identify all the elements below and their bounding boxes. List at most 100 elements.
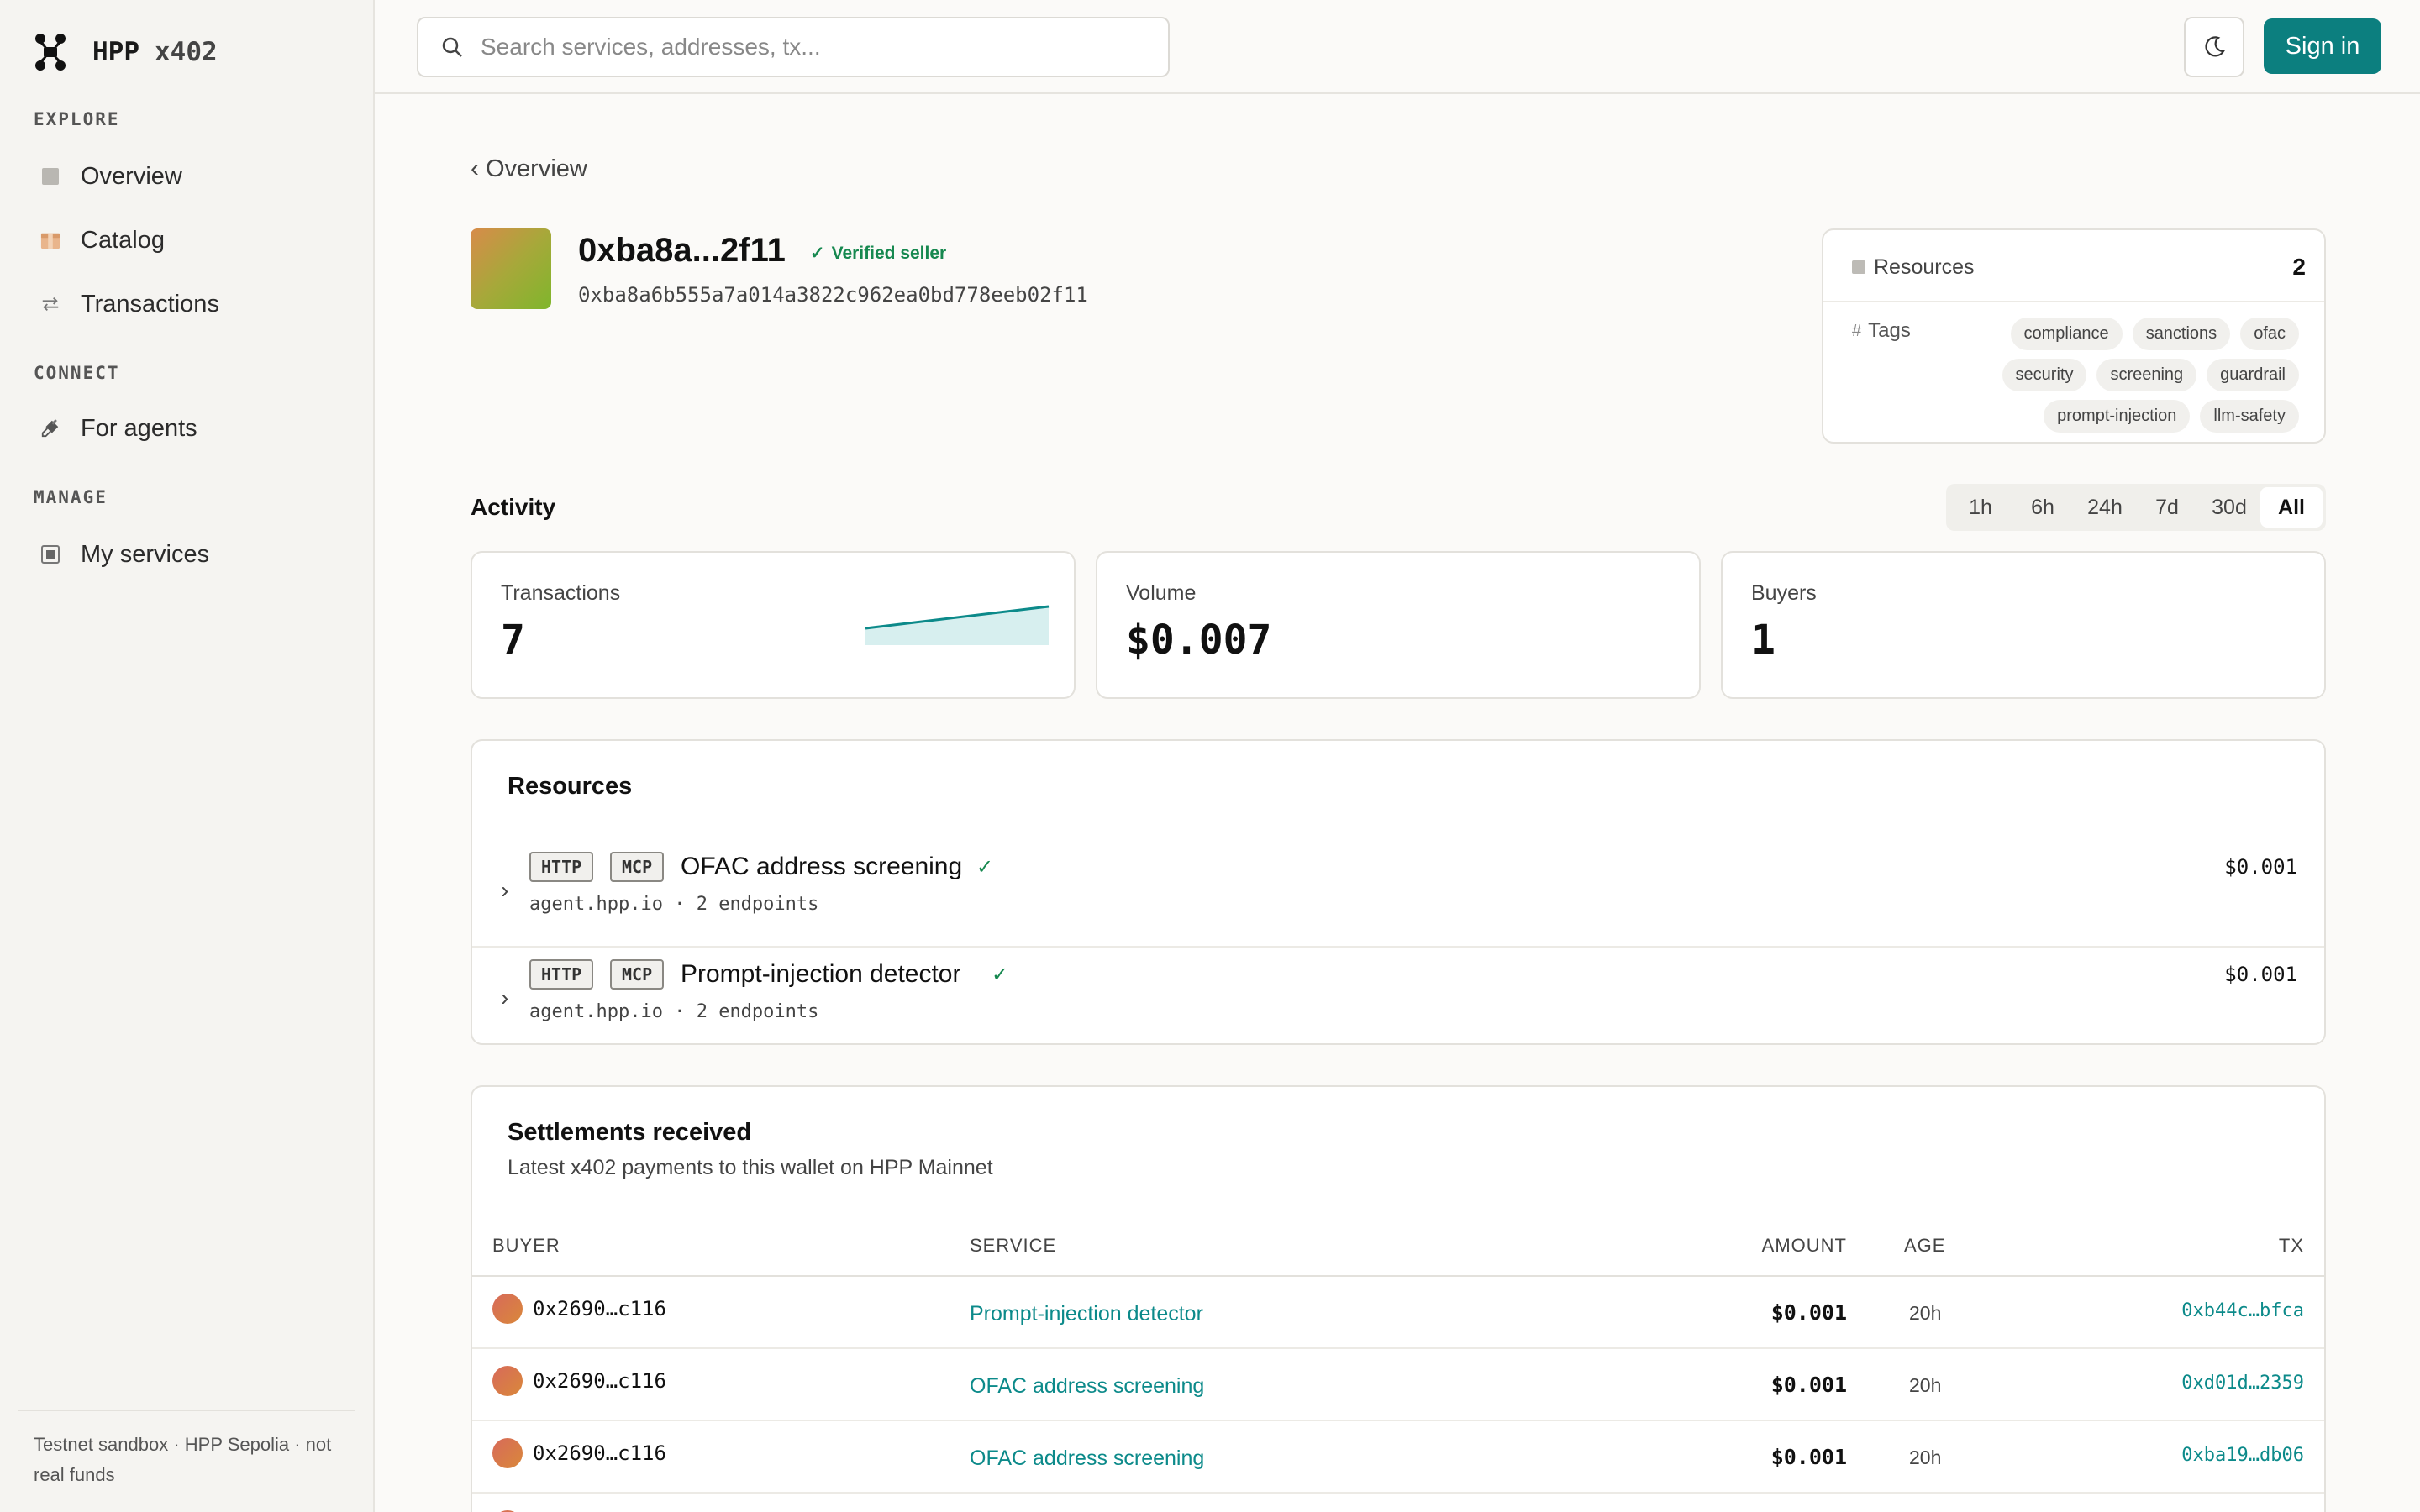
wallet-avatar	[471, 228, 551, 309]
resources-panel: Resources › HTTP MCP OFAC address screen…	[471, 739, 2326, 1045]
table-row[interactable]: 0x2690…c116 OFAC address screening $0.00…	[472, 1349, 2324, 1421]
stat-value: 1	[1751, 617, 1776, 664]
resource-name[interactable]: OFAC address screening	[681, 852, 962, 882]
resource-row[interactable]: › HTTP MCP Prompt-injection detector ✓ a…	[472, 948, 2324, 1055]
sidebar-item-transactions[interactable]: Transactions	[34, 279, 353, 329]
tag-chip[interactable]: screening	[2096, 359, 2197, 391]
sidebar-item-my-services[interactable]: My services	[34, 529, 353, 580]
tag-chip[interactable]: compliance	[2010, 318, 2123, 350]
resource-meta: agent.hpp.io · 2 endpoints	[529, 1001, 819, 1022]
sidebar: HPP x402 EXPLORE Overview Catalog Transa…	[0, 0, 375, 1512]
resources-label: Resources	[1874, 255, 1975, 279]
stat-card-transactions: Transactions 7	[471, 551, 1076, 699]
square-icon	[1852, 260, 1865, 274]
settlements-subtitle: Latest x402 payments to this wallet on H…	[508, 1156, 993, 1179]
swap-arrows-icon	[40, 294, 60, 314]
sidebar-item-label: Transactions	[81, 290, 219, 318]
brand[interactable]: HPP x402	[34, 30, 218, 74]
buyer-avatar	[492, 1438, 523, 1468]
amount: $0.001	[1770, 1373, 1847, 1397]
range-tab-all[interactable]: All	[2260, 487, 2323, 528]
tag-chip[interactable]: ofac	[2240, 318, 2299, 350]
resource-name[interactable]: Prompt-injection detector	[681, 959, 961, 990]
activity-title: Activity	[471, 494, 556, 520]
plug-icon	[40, 418, 60, 438]
tx-link[interactable]: 0xb44c…bfca	[2181, 1300, 2304, 1321]
sidebar-item-label: Catalog	[81, 226, 165, 254]
sidebar-item-for-agents[interactable]: For agents	[34, 403, 353, 454]
buyer-avatar	[492, 1294, 523, 1324]
mcp-badge: MCP	[610, 852, 665, 882]
buyer-address[interactable]: 0x2690…c116	[533, 1297, 666, 1320]
sidebar-item-label: For agents	[81, 414, 197, 442]
brand-suffix: x402	[155, 37, 218, 67]
theme-toggle-button[interactable]	[2184, 17, 2244, 77]
wallet-full-address[interactable]: 0xba8a6b555a7a014a3822c962ea0bd778eeb02f…	[578, 283, 1088, 307]
column-header-amount[interactable]: AMOUNT	[1762, 1235, 1847, 1257]
resource-price: $0.001	[2224, 963, 2297, 986]
age: 20h	[1909, 1446, 1942, 1468]
stat-label: Transactions	[501, 581, 621, 605]
sidebar-footer-note: Testnet sandbox · HPP Sepolia · not real…	[34, 1434, 332, 1485]
service-link[interactable]: OFAC address screening	[970, 1374, 1204, 1399]
buyer-address[interactable]: 0x2690…c116	[533, 1369, 666, 1393]
resource-row[interactable]: › HTTP MCP OFAC address screening ✓ agen…	[472, 840, 2324, 948]
sidebar-divider	[18, 1410, 355, 1411]
range-tab-1h[interactable]: 1h	[1949, 487, 2012, 528]
column-header-tx[interactable]: TX	[2279, 1235, 2304, 1257]
sidebar-item-catalog[interactable]: Catalog	[34, 215, 353, 265]
range-tab-7d[interactable]: 7d	[2136, 487, 2198, 528]
resources-count: 2	[2292, 254, 2306, 280]
range-tab-6h[interactable]: 6h	[2012, 487, 2074, 528]
section-explore: EXPLORE	[34, 109, 120, 129]
amount: $0.001	[1770, 1300, 1847, 1325]
resource-host: agent.hpp.io	[529, 1001, 663, 1022]
resources-summary-card: Resources 2 # Tags compliance sanctions …	[1822, 228, 2326, 444]
service-icon	[40, 544, 60, 564]
column-header-buyer[interactable]: BUYER	[492, 1235, 560, 1257]
tag-chip[interactable]: llm-safety	[2200, 400, 2299, 433]
search-input[interactable]	[481, 34, 1136, 60]
chevron-right-icon[interactable]: ›	[501, 877, 508, 904]
tag-chip[interactable]: security	[2002, 359, 2087, 391]
table-row[interactable]	[472, 1494, 2324, 1512]
tx-link[interactable]: 0xd01d…2359	[2181, 1373, 2304, 1394]
service-link[interactable]: Prompt-injection detector	[970, 1302, 1203, 1326]
check-icon: ✓	[992, 963, 1009, 986]
wallet-short-address: 0xba8a...2f11	[578, 232, 786, 269]
search-icon	[442, 37, 462, 57]
column-header-service[interactable]: SERVICE	[970, 1235, 1056, 1257]
back-link[interactable]: ‹ Overview	[471, 155, 587, 183]
resource-endpoints: 2 endpoints	[696, 894, 819, 915]
tags-label: Tags	[1868, 319, 1911, 342]
check-icon: ✓	[976, 856, 994, 879]
hash-icon: #	[1852, 321, 1862, 340]
sidebar-item-overview[interactable]: Overview	[34, 151, 353, 202]
service-link[interactable]: OFAC address screening	[970, 1446, 1204, 1471]
tag-chip[interactable]: guardrail	[2207, 359, 2299, 391]
buyer-address[interactable]: 0x2690…c116	[533, 1441, 666, 1465]
tags-list: compliance sanctions ofac security scree…	[1963, 318, 2299, 433]
tx-link[interactable]: 0xba19…db06	[2181, 1445, 2304, 1466]
chevron-right-icon[interactable]: ›	[501, 984, 508, 1011]
sign-in-button[interactable]: Sign in	[2264, 18, 2381, 74]
http-badge: HTTP	[529, 959, 594, 990]
sidebar-item-label: My services	[81, 540, 210, 568]
resources-title: Resources	[508, 773, 633, 800]
topbar: Sign in	[375, 0, 2420, 94]
resource-meta: agent.hpp.io · 2 endpoints	[529, 894, 819, 915]
settlements-title: Settlements received	[508, 1119, 752, 1146]
search-box[interactable]	[417, 17, 1170, 77]
tag-chip[interactable]: prompt-injection	[2044, 400, 2191, 433]
table-row[interactable]: 0x2690…c116 OFAC address screening $0.00…	[472, 1421, 2324, 1494]
range-tab-24h[interactable]: 24h	[2074, 487, 2136, 528]
range-tab-30d[interactable]: 30d	[2198, 487, 2260, 528]
card-divider	[1823, 301, 2324, 302]
tag-chip[interactable]: sanctions	[2132, 318, 2231, 350]
buyer-avatar	[492, 1366, 523, 1396]
table-row[interactable]: 0x2690…c116 Prompt-injection detector $0…	[472, 1277, 2324, 1349]
range-tabs: 1h 6h 24h 7d 30d All	[1946, 484, 2326, 531]
http-badge: HTTP	[529, 852, 594, 882]
brand-name: HPP	[92, 37, 139, 67]
column-header-age[interactable]: AGE	[1904, 1235, 1945, 1257]
